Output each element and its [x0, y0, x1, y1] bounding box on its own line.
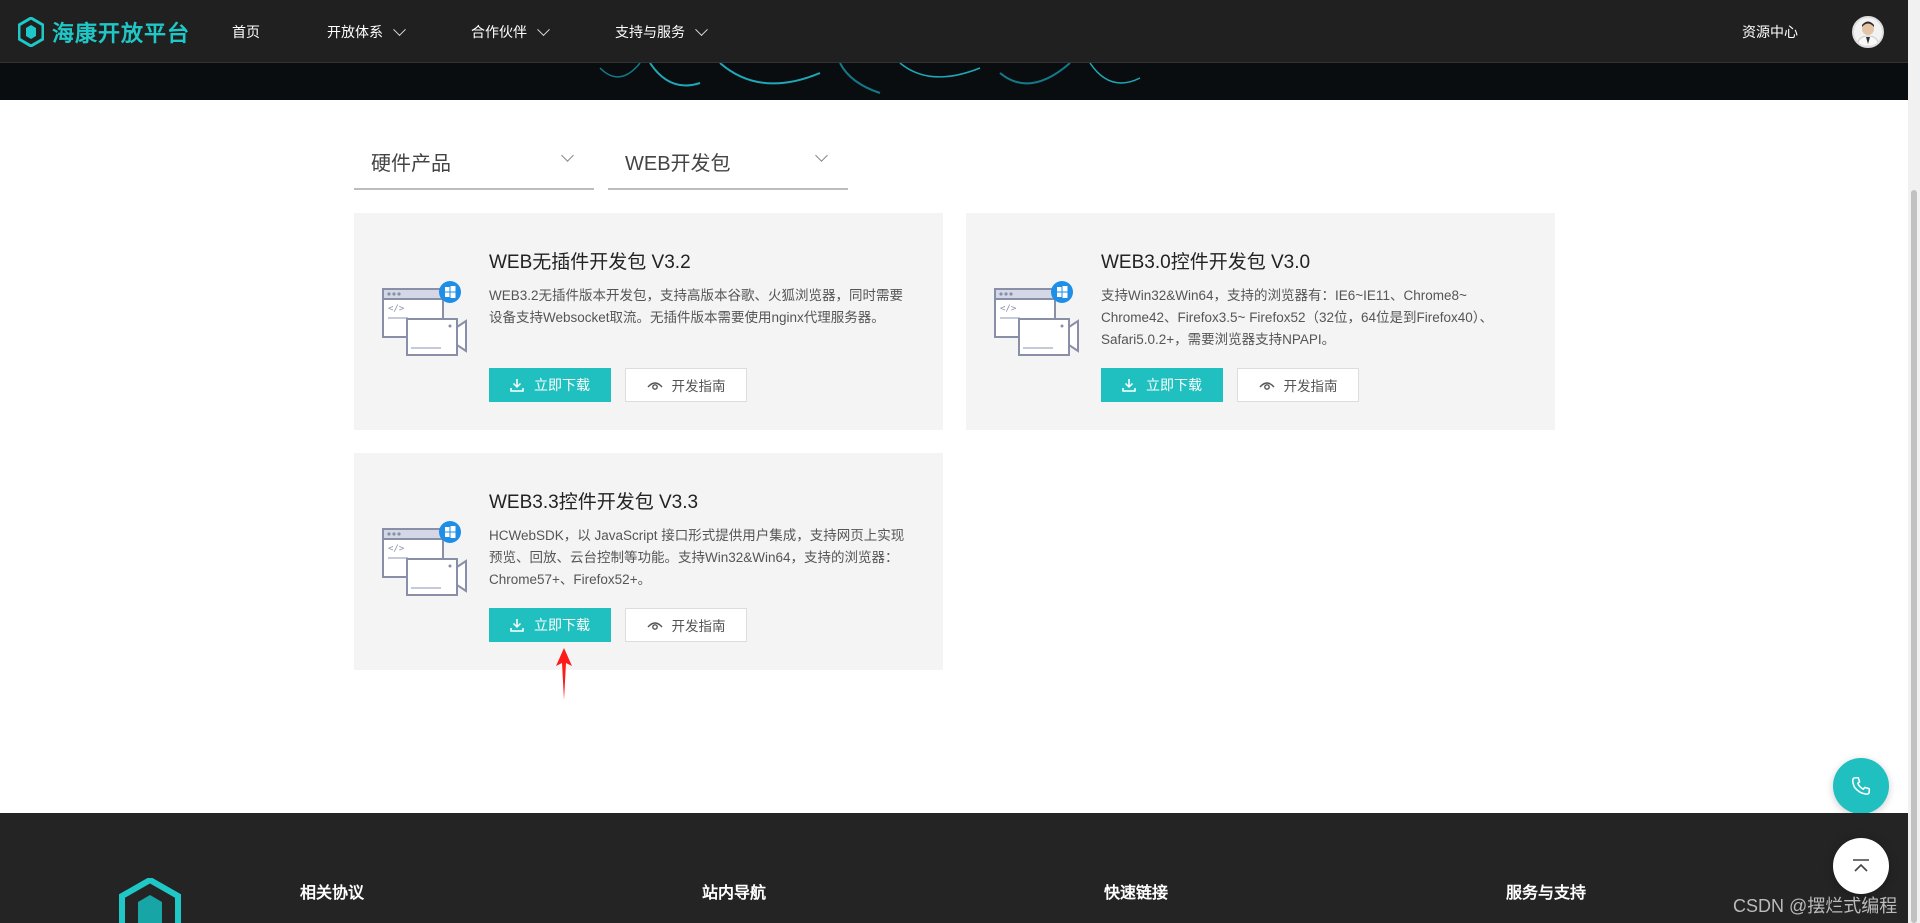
eye-icon: [646, 382, 663, 390]
top-navbar: 海康开放平台 首页 开放体系 合作伙伴 支持与服务 资源中心: [0, 0, 1908, 63]
footer-col-quick-links[interactable]: 快速链接: [1104, 879, 1168, 903]
footer-col-agreements[interactable]: 相关协议: [300, 879, 364, 903]
brand-name: 海康开放平台: [52, 22, 191, 47]
scrollbar-thumb[interactable]: [1911, 190, 1917, 923]
category-select[interactable]: 硬件产品: [354, 134, 594, 190]
sdk-card: </> WEB无插件开发包 V3.2 WEB3.2无插件版本开发包，支持高版本谷…: [354, 213, 943, 430]
nav-open-system-label: 开放体系: [327, 24, 383, 40]
card-description: WEB3.2无插件版本开发包，支持高版本谷歌、火狐浏览器，同时需要设备支持Web…: [489, 288, 904, 325]
category-select-value: 硬件产品: [371, 152, 451, 175]
download-button[interactable]: 立即下载: [489, 368, 611, 402]
page-scrollbar[interactable]: [1908, 0, 1920, 923]
subcategory-select-value: WEB开发包: [625, 152, 731, 175]
download-button-label: 立即下载: [534, 617, 590, 633]
chevron-down-icon: [815, 149, 828, 162]
sdk-card: </> WEB3.3控件开发包 V3.3 HCWebSDK，以 JavaScri…: [354, 453, 943, 670]
download-icon: [1122, 379, 1136, 392]
dev-guide-button[interactable]: 开发指南: [625, 368, 747, 402]
dev-guide-button-label: 开发指南: [1283, 379, 1338, 394]
chevron-down-icon: [537, 22, 550, 36]
download-button-label: 立即下载: [534, 377, 590, 393]
svg-text:</>: </>: [388, 304, 405, 314]
chevron-down-icon: [561, 149, 574, 162]
nav-home[interactable]: 首页: [232, 22, 260, 42]
footer-col-service-support[interactable]: 服务与支持: [1506, 879, 1586, 903]
download-icon: [510, 619, 524, 632]
card-title: WEB3.0控件开发包 V3.0: [1101, 252, 1311, 273]
card-title: WEB无插件开发包 V3.2: [489, 252, 691, 273]
csdn-watermark: CSDN @摆烂式编程: [1733, 896, 1898, 916]
subcategory-select[interactable]: WEB开发包: [608, 134, 848, 190]
card-description: 支持Win32&Win64，支持的浏览器有：IE6~IE11、Chrome8~ …: [1101, 288, 1494, 347]
logo-icon: [18, 17, 44, 47]
nav-support-label: 支持与服务: [615, 24, 685, 40]
sdk-window-icon: </>: [994, 281, 1079, 356]
footer-col-site-nav[interactable]: 站内导航: [702, 879, 766, 903]
hero-banner: [0, 63, 1908, 100]
footer-logo-icon: [119, 878, 181, 923]
avatar[interactable]: [1852, 16, 1884, 48]
chevron-down-icon: [393, 22, 406, 36]
download-button-label: 立即下载: [1146, 377, 1202, 393]
nav-support[interactable]: 支持与服务: [615, 22, 708, 42]
red-arrow-annotation: [556, 648, 572, 700]
back-to-top-button[interactable]: [1833, 838, 1889, 894]
dev-guide-button[interactable]: 开发指南: [1237, 368, 1359, 402]
site-footer: 相关协议 站内导航 快速链接 服务与支持: [0, 813, 1908, 923]
dev-guide-button-label: 开发指南: [671, 379, 726, 394]
banner-decoration: [599, 63, 1141, 94]
brand-logo[interactable]: 海康开放平台: [18, 16, 190, 48]
phone-icon: [1851, 776, 1871, 796]
card-title: WEB3.3控件开发包 V3.3: [489, 492, 699, 513]
download-button[interactable]: 立即下载: [489, 608, 611, 642]
chevron-down-icon: [695, 22, 708, 36]
nav-partners[interactable]: 合作伙伴: [471, 22, 550, 42]
nav-partners-label: 合作伙伴: [471, 24, 527, 40]
dev-guide-button[interactable]: 开发指南: [625, 608, 747, 642]
download-icon: [510, 379, 524, 392]
card-description: HCWebSDK，以 JavaScript 接口形式提供用户集成，支持网页上实现…: [489, 528, 905, 587]
svg-text:</>: </>: [1000, 304, 1017, 314]
nav-open-system[interactable]: 开放体系: [327, 22, 406, 42]
svg-text:</>: </>: [388, 544, 405, 554]
nav-home-label: 首页: [232, 24, 260, 40]
eye-icon: [646, 622, 663, 630]
dev-guide-button-label: 开发指南: [671, 619, 726, 634]
resource-center-link[interactable]: 资源中心: [1742, 22, 1798, 42]
sdk-window-icon: </>: [382, 281, 467, 356]
download-button[interactable]: 立即下载: [1101, 368, 1223, 402]
user-avatar-icon: [1856, 21, 1880, 46]
sdk-window-icon: </>: [382, 521, 467, 596]
contact-phone-button[interactable]: [1833, 758, 1889, 814]
eye-icon: [1258, 382, 1275, 390]
arrow-up-icon: [1853, 859, 1869, 872]
sdk-card: </> WEB3.0控件开发包 V3.0 支持Win32&Win64，支持的浏览…: [966, 213, 1555, 430]
